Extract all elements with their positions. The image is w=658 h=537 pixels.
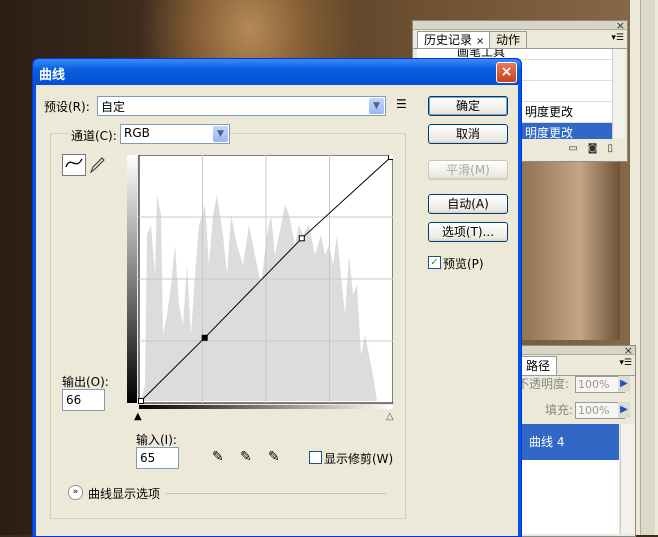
- layers-tabbar: 路径 ▾☰: [515, 355, 635, 376]
- black-point-slider[interactable]: ▲: [134, 411, 142, 422]
- history-item-label: 明度更改: [525, 126, 574, 139]
- history-item-label: 明度更改: [525, 105, 574, 119]
- opacity-arrow-icon[interactable]: ▶: [618, 376, 630, 392]
- layers-panel-titlebar[interactable]: ×: [515, 345, 635, 356]
- output-field[interactable]: 66: [62, 389, 105, 411]
- preset-options-icon[interactable]: ☰: [396, 97, 407, 111]
- fill-label: 填充:: [545, 403, 574, 417]
- preview-checkbox[interactable]: ✓: [428, 256, 441, 269]
- channel-label: 通道(C):: [68, 127, 120, 144]
- camera-icon[interactable]: ◙: [588, 143, 608, 154]
- tab-actions[interactable]: 动作: [489, 31, 528, 48]
- chevron-down-icon[interactable]: ▼: [213, 126, 228, 142]
- ok-button[interactable]: 确定: [428, 96, 508, 116]
- white-point-slider[interactable]: △: [386, 411, 394, 422]
- input-label: 输入(I):: [136, 433, 177, 447]
- curve-control-point[interactable]: [298, 235, 305, 242]
- photo-area: [520, 150, 620, 340]
- preset-value: 自定: [101, 100, 126, 114]
- tab-close-icon[interactable]: ×: [476, 36, 484, 47]
- curve-tool-icon: [65, 158, 83, 168]
- white-eyedropper-icon[interactable]: ✎: [268, 449, 280, 465]
- tab-paths[interactable]: 路径: [519, 356, 558, 375]
- panel-menu-icon[interactable]: ▾☰: [611, 33, 624, 43]
- dialog-titlebar[interactable]: 曲线 ×: [33, 59, 521, 85]
- output-label: 输出(O):: [62, 375, 109, 389]
- pencil-tool-button[interactable]: [88, 155, 106, 175]
- output-gradient-bar: [127, 155, 137, 403]
- input-gradient-bar: [139, 405, 393, 409]
- opacity-label: 不透明度:: [517, 377, 570, 391]
- tab-actions-label: 动作: [496, 33, 521, 47]
- layer-scrollbar[interactable]: [620, 424, 635, 534]
- auto-button[interactable]: 自动(A): [428, 194, 508, 214]
- opacity-row: 不透明度: 100% ▶: [515, 374, 633, 394]
- preset-label: 预设(R):: [44, 100, 90, 114]
- channel-dropdown[interactable]: RGB ▼: [120, 124, 230, 144]
- curves-dialog: 曲线 × 预设(R): 自定 ▼ ☰ 通道(C): RGB ▼ ▲ △ 输出(O…: [32, 58, 522, 537]
- options-button[interactable]: 选项(T)...: [428, 222, 508, 242]
- cancel-button[interactable]: 取消: [428, 124, 508, 144]
- show-clipping-label: 显示修剪(W): [324, 452, 394, 466]
- show-clipping-checkbox[interactable]: [309, 451, 322, 464]
- channel-value: RGB: [124, 126, 150, 140]
- layer-row-selected[interactable]: 曲线 4: [521, 424, 619, 460]
- curve-control-point[interactable]: [138, 398, 144, 404]
- window-scrollbar[interactable]: [640, 0, 655, 535]
- new-document-icon[interactable]: ▭: [568, 143, 587, 154]
- curves-graph[interactable]: [127, 155, 393, 409]
- curve-control-point[interactable]: [201, 334, 208, 341]
- layer-list: 曲线 4: [521, 424, 619, 534]
- layer-name: 曲线 4: [529, 435, 565, 449]
- preview-label: 预览(P): [443, 257, 484, 271]
- tab-paths-label: 路径: [526, 359, 551, 373]
- panel-menu-icon[interactable]: ▾☰: [619, 358, 632, 368]
- chevron-down-icon[interactable]: ▼: [369, 98, 384, 114]
- fill-arrow-icon[interactable]: ▶: [618, 402, 630, 418]
- gray-eyedropper-icon[interactable]: ✎: [240, 449, 252, 465]
- black-eyedropper-icon[interactable]: ✎: [212, 449, 224, 465]
- curve-point-tool-button[interactable]: [62, 154, 86, 176]
- tab-history[interactable]: 历史记录 ×: [417, 31, 492, 48]
- dialog-title: 曲线: [39, 68, 66, 83]
- tab-history-label: 历史记录: [424, 33, 473, 47]
- pencil-icon: [89, 157, 105, 174]
- history-tabbar: 历史记录 × 动作 ▾☰: [413, 30, 627, 49]
- section-divider: [166, 493, 386, 494]
- dialog-close-button[interactable]: ×: [496, 62, 517, 83]
- layers-panel: × 路径 ▾☰ 不透明度: 100% ▶ 填充: 100% ▶ 曲线 4: [514, 345, 636, 537]
- curve-display-options-label[interactable]: 曲线显示选项: [88, 485, 160, 502]
- fill-row: 填充: 100% ▶: [515, 400, 633, 420]
- trash-icon[interactable]: ▯: [607, 143, 623, 154]
- smooth-button[interactable]: 平滑(M): [428, 160, 508, 180]
- dialog-body: 预设(R): 自定 ▼ ☰ 通道(C): RGB ▼ ▲ △ 输出(O): 66…: [36, 85, 518, 536]
- preset-dropdown[interactable]: 自定 ▼: [97, 96, 386, 116]
- expand-icon[interactable]: »: [68, 485, 83, 500]
- curve-control-point[interactable]: [388, 155, 394, 160]
- history-scrollbar[interactable]: [612, 49, 625, 139]
- history-panel-titlebar[interactable]: ×: [413, 20, 627, 31]
- input-field[interactable]: 65: [136, 447, 179, 469]
